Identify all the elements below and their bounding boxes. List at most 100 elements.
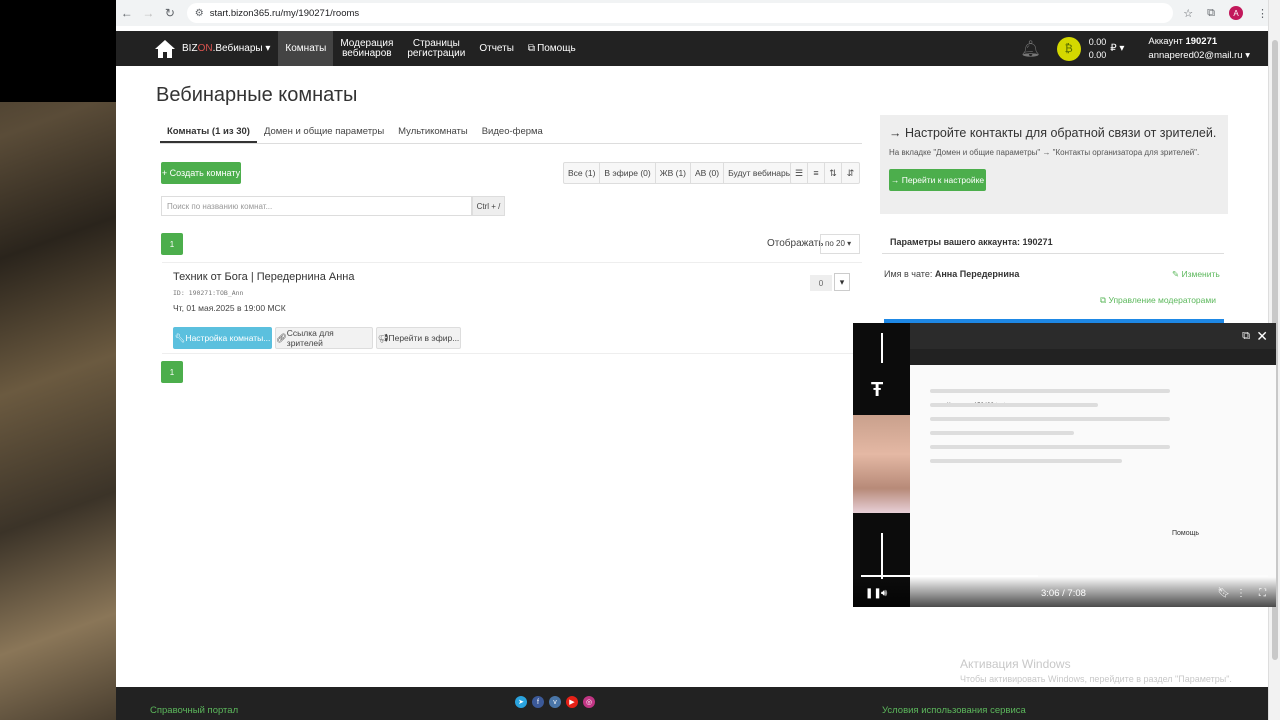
volume-icon[interactable]: 🔊︎ — [881, 588, 887, 599]
nav-rooms[interactable]: Комнаты — [278, 31, 334, 66]
url-text: start.bizon365.ru/my/190271/rooms — [209, 7, 360, 19]
youtube-icon[interactable]: ▶ — [566, 696, 578, 708]
chat-name-value: Анна Передернина — [934, 269, 1020, 279]
instagram-icon[interactable]: ◎ — [583, 696, 595, 708]
sort-alt-icon[interactable]: ⇵ — [842, 163, 859, 183]
account-params-tab[interactable]: Параметры вашего аккаунта: 190271 — [882, 232, 1224, 254]
video-inner-help: Помощь — [1172, 530, 1200, 537]
per-page-select[interactable]: по 20 ▾ — [820, 234, 860, 254]
help-portal-link[interactable]: Справочный портал — [150, 705, 238, 716]
room-menu-dropdown[interactable]: ▾ — [834, 273, 850, 291]
app-navbar: BIZON.Вебинары ▾ Комнаты Модерация вебина… — [116, 31, 1268, 66]
filter-av[interactable]: АВ (0) — [691, 163, 725, 183]
extensions-icon[interactable]: ⧉ — [1207, 7, 1215, 20]
pagination-top-page[interactable]: 1 — [161, 233, 183, 255]
tab-rooms[interactable]: Комнаты (1 из 30) — [160, 120, 257, 143]
video-divider-top — [881, 333, 883, 363]
viewer-link-button[interactable]: 🔗︎ Ссылка для зрителей — [275, 327, 373, 349]
room-search-input[interactable]: Поиск по названию комнат... — [161, 196, 472, 216]
account-email: annapered02@mail.ru — [1148, 49, 1243, 61]
tab-video-farm[interactable]: Видео-ферма — [475, 120, 550, 143]
chat-name: Имя в чате: Анна Передернина — [884, 269, 1019, 279]
forward-icon[interactable]: → — [138, 6, 160, 20]
manage-moderators-link[interactable]: ⧉ Управление модераторами — [1100, 295, 1216, 306]
per-page-label: Отображать — [767, 238, 824, 249]
nav-help[interactable]: ⧉ Помощь — [521, 31, 583, 66]
account-params-label: Параметры вашего аккаунта: 190271 — [890, 237, 1053, 247]
balance-coin-icon[interactable]: ₿ — [1056, 36, 1081, 61]
form-row — [930, 417, 1170, 421]
viewer-link-label: Ссылка для зрителей — [286, 328, 334, 348]
browser-menu-icon[interactable]: ⋮ — [1257, 7, 1268, 20]
tab-multirooms[interactable]: Мультикомнаты — [391, 120, 475, 143]
go-live-button[interactable]: 📢︎ Перейти в эфир... — [376, 327, 461, 349]
picture-in-picture-video[interactable]: Ŧ Комната: 150402 test Помощь ❚❚ 🔊︎ 3:06… — [853, 323, 1276, 607]
nav-moderation-line1: Модерация — [340, 37, 394, 49]
address-bar[interactable]: ⚙ start.bizon365.ru/my/190271/rooms — [186, 3, 1174, 23]
back-to-tab-icon[interactable]: ⧉ — [1242, 330, 1250, 343]
close-icon[interactable]: ✕ — [1256, 328, 1268, 345]
brand-prefix: BIZ — [182, 43, 198, 54]
manage-moderators-label: Управление модераторами — [1108, 295, 1216, 305]
facebook-icon[interactable]: f — [532, 696, 544, 708]
create-room-button[interactable]: + Создать комнату — [161, 162, 241, 184]
back-icon[interactable]: ← — [116, 6, 138, 20]
home-icon[interactable] — [154, 39, 176, 59]
profile-avatar[interactable]: A — [1229, 6, 1244, 20]
currency-symbol: ₽ — [1110, 43, 1117, 54]
compact-view-icon[interactable]: ≡ — [808, 163, 825, 183]
wrench-icon: 🔧︎ — [174, 332, 186, 343]
more-options-icon[interactable]: ⋮ — [1236, 588, 1246, 599]
account-label: Аккаунт — [1148, 35, 1183, 47]
list-view-icon[interactable]: ☰ — [791, 163, 808, 183]
nav-reports[interactable]: Отчеты — [472, 31, 521, 66]
reload-icon[interactable]: ↻ — [159, 6, 181, 20]
sort-icon[interactable]: ⇅ — [825, 163, 842, 183]
fullscreen-icon[interactable]: ⛶ — [1259, 588, 1266, 599]
video-left-pane: Ŧ — [853, 323, 911, 607]
room-settings-label: Настройка комнаты... — [185, 333, 271, 343]
video-progress-bar[interactable] — [861, 575, 1268, 577]
brand-on: ON — [197, 43, 213, 54]
filter-all[interactable]: Все (1) — [564, 163, 601, 183]
vk-icon[interactable]: v — [549, 696, 561, 708]
go-to-settings-button[interactable]: → Перейти к настройке — [889, 169, 986, 191]
terms-link[interactable]: Условия использования сервиса — [882, 705, 1026, 716]
form-row — [930, 445, 1170, 449]
video-inner-form — [930, 379, 1170, 579]
desktop-background — [0, 0, 116, 720]
balances[interactable]: 0.00 0.00 — [1089, 36, 1107, 62]
tab-domain[interactable]: Домен и общие параметры — [257, 120, 391, 143]
bookmark-icon[interactable]: 🔖︎ — [1217, 588, 1230, 599]
contacts-notice: → Настройте контакты для обратной связи … — [880, 115, 1228, 214]
filter-live[interactable]: В эфире (0) — [600, 163, 656, 183]
currency-dropdown[interactable]: ₽ ▾ — [1110, 43, 1124, 54]
room-title[interactable]: Техник от Бога | Передернина Анна — [173, 271, 354, 283]
search-shortcut: Ctrl + / — [472, 196, 505, 216]
room-id: ID: 190271:TOB_Ann — [173, 289, 244, 297]
room-filters: Все (1) В эфире (0) ЖВ (1) АВ (0) Будут … — [563, 162, 810, 184]
desktop-black-area — [0, 0, 116, 102]
social-links: ➤ f v ▶ ◎ — [515, 696, 595, 708]
pagination-bottom-page[interactable]: 1 — [161, 361, 183, 383]
account-menu[interactable]: Аккаунт 190271 annapered02@mail.ru ▾ — [1148, 35, 1250, 63]
form-row — [930, 431, 1074, 435]
nav-moderation[interactable]: Модерация вебинаров — [333, 31, 400, 66]
bell-icon[interactable]: 🔔︎ — [1020, 39, 1040, 59]
edit-name-label: Изменить — [1181, 269, 1220, 279]
edit-name-link[interactable]: ✎ Изменить — [1172, 269, 1220, 280]
nav-registration-line1: Страницы — [412, 37, 460, 49]
nav-registration-line2: регистрации — [407, 47, 466, 59]
video-progress-fill — [861, 575, 1038, 577]
brand-menu[interactable]: BIZON.Вебинары ▾ — [182, 43, 270, 54]
bookmark-star-icon[interactable]: ☆ — [1183, 7, 1193, 20]
filter-zhv[interactable]: ЖВ (1) — [656, 163, 692, 183]
pause-icon[interactable]: ❚❚ — [865, 588, 882, 599]
windows-activation-title: Активация Windows — [960, 657, 1071, 671]
link-icon: 🔗︎ — [276, 332, 287, 343]
room-settings-button[interactable]: 🔧︎ Настройка комнаты... — [173, 327, 272, 349]
nav-registration-pages[interactable]: Страницы регистрации — [400, 31, 472, 66]
telegram-icon[interactable]: ➤ — [515, 696, 527, 708]
balance-1: 0.00 — [1088, 36, 1107, 47]
site-info-icon[interactable]: ⚙ — [195, 8, 204, 19]
